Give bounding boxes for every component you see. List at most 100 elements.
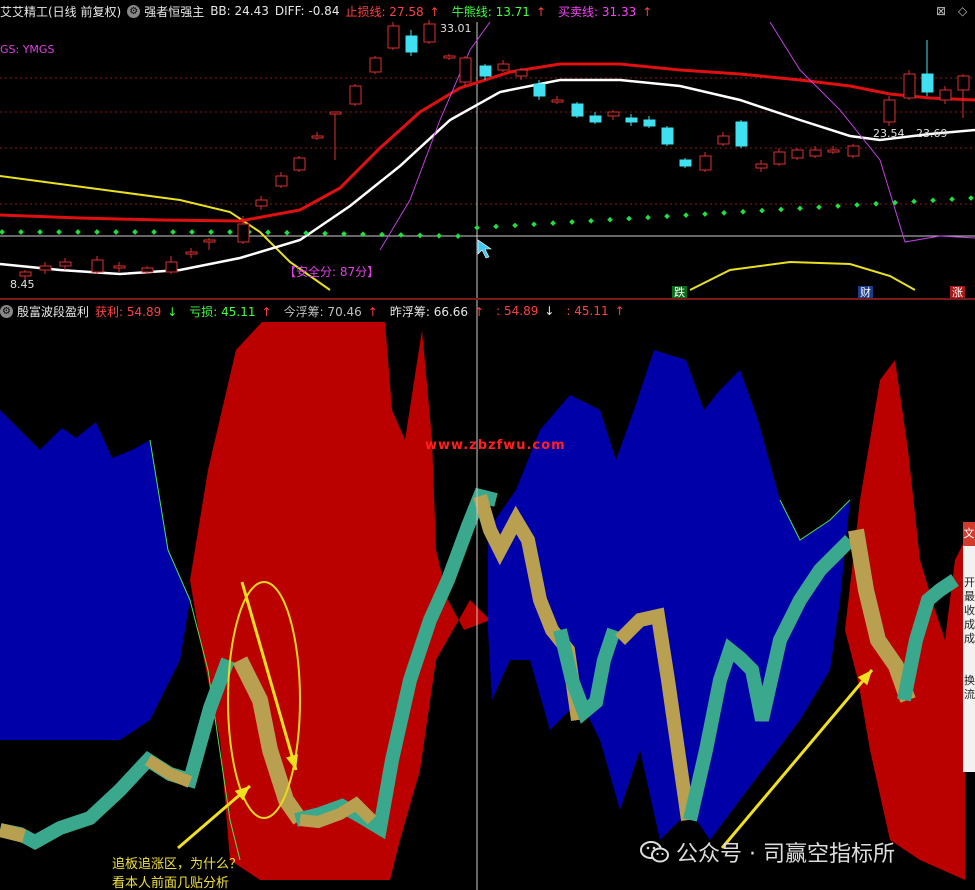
support-dot bbox=[75, 229, 81, 235]
mouse-cursor-icon bbox=[477, 239, 492, 259]
candle-body bbox=[809, 149, 822, 157]
value-1: : 54.89 ↓ bbox=[496, 304, 555, 318]
indicator-name[interactable]: 殷富波段盈利 bbox=[17, 303, 89, 320]
price-chart-panel[interactable]: 艾艾精工(日线 前复权) ⚙ 强者恒强主 BB: 24.43 DIFF: -0.… bbox=[0, 0, 975, 300]
candle-body bbox=[369, 57, 382, 73]
wechat-icon bbox=[640, 841, 669, 863]
support-dot bbox=[797, 205, 803, 212]
support-dot bbox=[778, 206, 784, 213]
support-dot bbox=[208, 229, 214, 235]
annotation-line-2: 看本人前面几贴分析 bbox=[112, 876, 230, 890]
candle-body bbox=[311, 135, 324, 139]
candle-body bbox=[19, 271, 32, 277]
side-line: 最 bbox=[964, 590, 975, 603]
candle-body bbox=[625, 117, 638, 123]
blue-area bbox=[0, 410, 190, 740]
support-dot bbox=[94, 229, 100, 235]
support-dot bbox=[151, 229, 157, 235]
candle-body bbox=[515, 69, 528, 77]
support-dot bbox=[911, 198, 917, 205]
support-dot bbox=[455, 233, 461, 239]
annotation-line-1: 追板追涨区，为什么？ bbox=[112, 857, 243, 872]
support-dot bbox=[417, 232, 423, 239]
candle-body bbox=[699, 155, 712, 171]
support-dot bbox=[531, 221, 537, 228]
candle-body bbox=[735, 121, 748, 147]
price-chart-canvas[interactable] bbox=[0, 0, 975, 300]
support-dot bbox=[968, 195, 974, 201]
stop-loss-value: 止损线: 27.58 ↑ bbox=[345, 4, 440, 19]
candle-body bbox=[165, 261, 178, 273]
candle-body bbox=[921, 73, 934, 93]
support-dot bbox=[170, 229, 176, 235]
candle-body bbox=[185, 251, 198, 255]
price-high-label: 33.01 bbox=[440, 22, 472, 35]
diamond-icon[interactable]: ◇ bbox=[958, 4, 967, 18]
support-dot bbox=[854, 202, 860, 208]
quote-side-panel[interactable]: 文 开 最 收 成 成 换 流 bbox=[963, 522, 975, 772]
candle-body bbox=[903, 73, 916, 99]
side-line: 流 bbox=[964, 688, 975, 701]
settings-icon[interactable]: ⚙ bbox=[127, 4, 141, 18]
candle-body bbox=[459, 57, 472, 83]
indicator-canvas[interactable] bbox=[0, 300, 975, 890]
support-dot bbox=[626, 215, 632, 222]
candle-body bbox=[643, 119, 656, 127]
support-dot bbox=[132, 229, 138, 235]
red-area bbox=[845, 360, 965, 880]
candle-body bbox=[661, 127, 674, 145]
indicator-header: ⚙ 殷富波段盈利 获利: 54.89 ↓ 亏损: 45.11 ↑ 今浮筹: 70.4… bbox=[0, 300, 975, 322]
yellow-ma-line bbox=[0, 175, 331, 291]
support-dot bbox=[227, 229, 233, 235]
indicator-name[interactable]: 强者恒强主 bbox=[144, 3, 204, 20]
candle-body bbox=[847, 145, 860, 157]
side-line: 成 bbox=[964, 632, 975, 645]
side-panel-tab[interactable]: 文 bbox=[963, 522, 975, 546]
yesterday-float-value: 昨浮筹: 66.66 ↑ bbox=[389, 304, 485, 319]
settings-icon[interactable]: ⚙ bbox=[0, 304, 13, 318]
candle-body bbox=[203, 239, 216, 243]
side-line bbox=[963, 646, 975, 660]
candle-body bbox=[589, 115, 602, 123]
support-dot bbox=[664, 213, 670, 220]
price-right-1: 23.54 bbox=[873, 127, 905, 140]
candle-body bbox=[551, 99, 564, 103]
support-dot bbox=[702, 211, 708, 217]
safety-score-label: 【安全分: 87分】 bbox=[284, 265, 380, 279]
support-dot bbox=[37, 229, 43, 235]
candle-body bbox=[533, 83, 546, 97]
candle-body bbox=[293, 157, 306, 171]
support-dot bbox=[493, 223, 499, 230]
diff-value: DIFF: -0.84 bbox=[274, 4, 340, 18]
candle-body bbox=[423, 23, 436, 43]
support-dot bbox=[759, 207, 765, 214]
panel-divider[interactable] bbox=[0, 298, 975, 300]
bb-value: BB: 24.43 bbox=[210, 4, 269, 18]
support-dot bbox=[550, 220, 556, 226]
support-dot bbox=[322, 230, 328, 237]
candle-body bbox=[957, 75, 970, 91]
candle-body bbox=[255, 199, 268, 207]
close-icon[interactable]: ⊠ bbox=[936, 4, 946, 18]
price-chart-header: 艾艾精工(日线 前复权) ⚙ 强者恒强主 BB: 24.43 DIFF: -0.… bbox=[0, 0, 975, 22]
magenta-line bbox=[379, 21, 491, 251]
candle-body bbox=[571, 103, 584, 117]
candle-body bbox=[387, 25, 400, 49]
support-dot bbox=[607, 216, 613, 223]
yellow-ma-line bbox=[689, 260, 916, 291]
bull-line-value: 牛熊线: 13.71 ↑ bbox=[451, 4, 547, 19]
candle-body bbox=[679, 159, 692, 167]
candle-body bbox=[237, 223, 250, 243]
stock-title[interactable]: 艾艾精工(日线 前复权) bbox=[0, 3, 121, 20]
candle-body bbox=[91, 259, 104, 273]
candle-body bbox=[479, 65, 492, 77]
white-ma-line bbox=[0, 78, 975, 276]
wechat-watermark: 公众号 · 司赢空指标所 bbox=[640, 836, 895, 868]
candle-body bbox=[349, 85, 362, 105]
support-dot bbox=[56, 229, 62, 235]
red-ma-line bbox=[0, 62, 975, 223]
support-dot bbox=[930, 197, 936, 204]
support-dot bbox=[588, 218, 594, 224]
indicator-panel[interactable]: ⚙ 殷富波段盈利 获利: 54.89 ↓ 亏损: 45.11 ↑ 今浮筹: 70.4… bbox=[0, 300, 975, 890]
support-dot bbox=[474, 224, 480, 231]
